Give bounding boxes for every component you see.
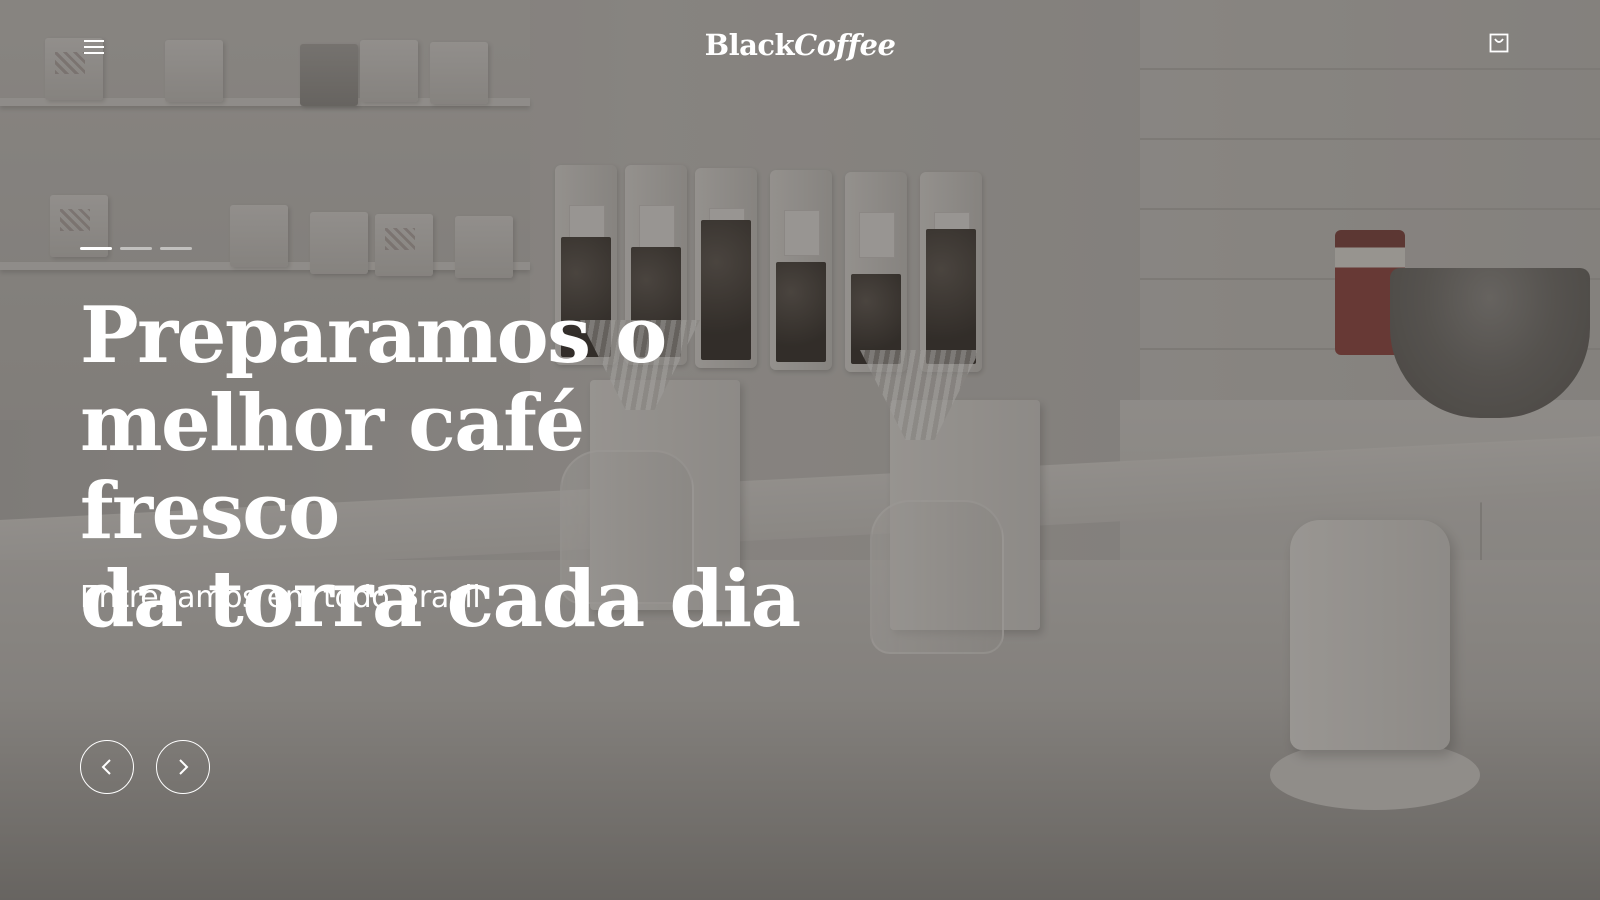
logo-text-coffee: Coffee	[794, 28, 896, 62]
logo-text-black: Black	[704, 28, 795, 62]
hero-section: BlackCoffee Preparamos o melhor café fre…	[0, 0, 1600, 900]
hero-headline-line-2: melhor café fresco	[80, 378, 585, 557]
next-slide-button[interactable]	[156, 740, 210, 794]
chevron-right-icon	[179, 759, 189, 775]
slide-indicators	[80, 247, 192, 250]
hero-headline-line-1: Preparamos o	[80, 290, 667, 381]
logo[interactable]: BlackCoffee	[0, 28, 1600, 62]
shopping-bag-icon	[1489, 33, 1509, 53]
slide-indicator-3[interactable]	[160, 247, 192, 250]
chevron-left-icon	[101, 759, 111, 775]
slide-indicator-2[interactable]	[120, 247, 152, 250]
slide-indicator-1[interactable]	[80, 247, 112, 250]
cart-button[interactable]	[1488, 32, 1512, 58]
hero-subheadline: Entregamos em todo Brasil	[80, 580, 481, 615]
previous-slide-button[interactable]	[80, 740, 134, 794]
